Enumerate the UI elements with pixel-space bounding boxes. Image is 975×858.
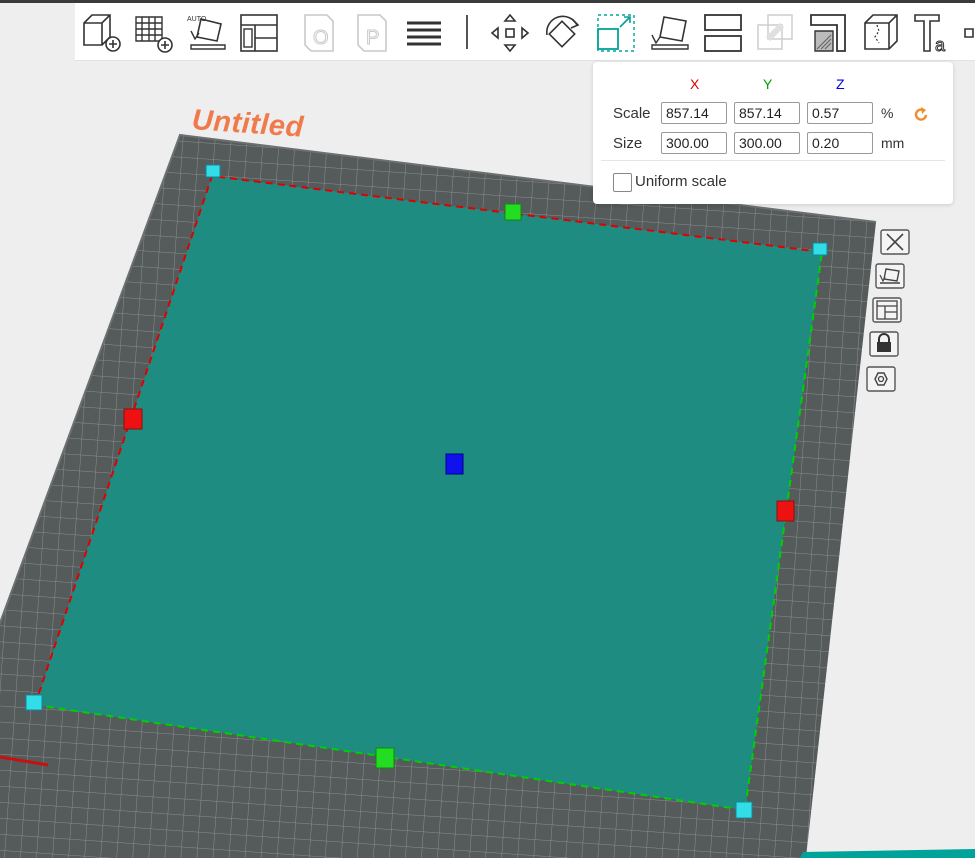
orient-button[interactable]: O bbox=[297, 11, 341, 55]
plate-icon: P bbox=[357, 14, 387, 52]
size-x-input[interactable] bbox=[661, 132, 727, 154]
support-paint-button[interactable] bbox=[807, 11, 851, 55]
more-tools-button[interactable] bbox=[963, 11, 975, 55]
move-icon bbox=[490, 13, 530, 53]
plate-delete-button[interactable] bbox=[879, 227, 911, 257]
orient-icon: O bbox=[304, 14, 334, 52]
scale-unit: % bbox=[881, 105, 894, 121]
uniform-scale-label: Uniform scale bbox=[635, 173, 727, 190]
move-button[interactable] bbox=[488, 11, 532, 55]
svg-text:P: P bbox=[366, 27, 379, 49]
scale-z-input[interactable] bbox=[807, 102, 873, 124]
plate-orient-button[interactable] bbox=[874, 261, 906, 291]
seam-paint-button[interactable] bbox=[859, 11, 903, 55]
plate-arrange-button[interactable] bbox=[871, 295, 903, 325]
size-z-input[interactable] bbox=[807, 132, 873, 154]
axis-z-label: Z bbox=[836, 76, 845, 92]
main-toolbar: AUTO O P a bbox=[75, 3, 975, 61]
plate-button[interactable]: P bbox=[350, 11, 394, 55]
support-paint-icon bbox=[810, 14, 846, 52]
scale-label: Scale bbox=[613, 105, 651, 122]
cube-plus-icon bbox=[83, 14, 121, 52]
arrange-icon bbox=[872, 297, 902, 323]
cut-icon bbox=[704, 14, 742, 52]
text-icon: a bbox=[914, 14, 947, 55]
grid-plus-icon bbox=[135, 16, 173, 53]
scale-x-input[interactable] bbox=[661, 102, 727, 124]
layers-icon bbox=[407, 21, 441, 46]
add-model-button[interactable] bbox=[78, 11, 122, 55]
hex-settings-icon bbox=[866, 366, 896, 392]
auto-orient-icon: AUTO bbox=[187, 16, 226, 50]
lay-on-face-icon bbox=[651, 16, 689, 50]
seam-paint-icon bbox=[864, 14, 898, 50]
lock-icon bbox=[869, 331, 899, 357]
plate-settings-button[interactable] bbox=[865, 364, 897, 394]
rotate-icon bbox=[545, 15, 580, 48]
axis-y-label: Y bbox=[763, 76, 773, 92]
lay-on-face-button[interactable] bbox=[648, 11, 692, 55]
cut-button[interactable] bbox=[701, 11, 745, 55]
scale-panel: X Y Z Scale % Size mm Uniform scale bbox=[593, 62, 953, 204]
partial-tool-icon bbox=[964, 28, 974, 38]
scale-button[interactable] bbox=[594, 11, 638, 55]
size-y-input[interactable] bbox=[734, 132, 800, 154]
add-plate-button[interactable] bbox=[132, 11, 176, 55]
axis-x-label: X bbox=[690, 76, 700, 92]
auto-orient-button[interactable]: AUTO bbox=[185, 11, 229, 55]
rotate-button[interactable] bbox=[541, 11, 585, 55]
plate-lock-button[interactable] bbox=[868, 329, 900, 359]
arrange-button[interactable] bbox=[237, 11, 281, 55]
size-unit: mm bbox=[881, 135, 905, 151]
panel-divider bbox=[601, 160, 945, 161]
orient-icon bbox=[875, 263, 905, 289]
text-button[interactable]: a bbox=[911, 11, 955, 55]
svg-text:a: a bbox=[935, 35, 946, 55]
layers-button[interactable] bbox=[402, 11, 446, 55]
svg-text:O: O bbox=[313, 27, 329, 49]
size-label: Size bbox=[613, 135, 643, 152]
mesh-boolean-button[interactable] bbox=[754, 11, 798, 55]
arrange-icon bbox=[240, 14, 278, 52]
reset-scale-icon[interactable] bbox=[911, 104, 931, 124]
scale-icon bbox=[597, 14, 635, 52]
scale-y-input[interactable] bbox=[734, 102, 800, 124]
close-icon bbox=[880, 229, 910, 255]
boolean-icon bbox=[757, 14, 793, 50]
uniform-scale-checkbox[interactable] bbox=[613, 173, 632, 192]
toolbar-separator bbox=[466, 15, 468, 49]
